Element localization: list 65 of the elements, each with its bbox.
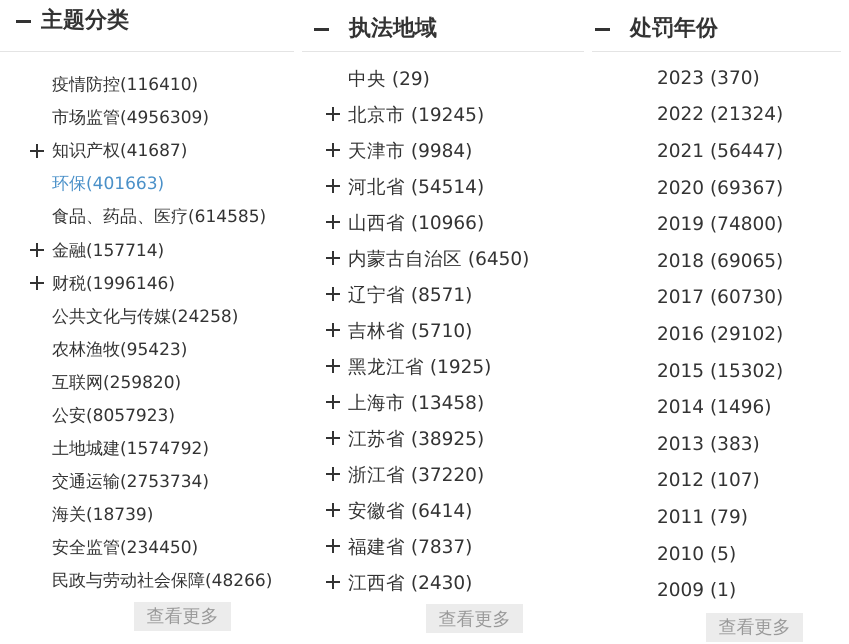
expand-icon[interactable]	[30, 144, 44, 158]
filter-item[interactable]: 民政与劳动社会保障(48266)	[52, 569, 272, 592]
filter-item[interactable]: 公安(8057923)	[52, 404, 175, 427]
filter-item[interactable]: 2019 (74800)	[657, 214, 784, 236]
filter-item[interactable]: 上海市 (13458)	[348, 390, 484, 414]
expand-icon[interactable]	[326, 251, 340, 265]
filter-item[interactable]: 市场监管(4956309)	[52, 106, 209, 130]
expand-icon[interactable]	[326, 179, 340, 193]
expand-icon[interactable]	[30, 276, 44, 290]
expand-icon[interactable]	[326, 539, 340, 553]
expand-icon[interactable]	[326, 503, 340, 517]
filter-item[interactable]: 2015 (15302)	[657, 360, 784, 382]
filter-item[interactable]: 2012 (107)	[657, 470, 760, 492]
filter-item[interactable]: 内蒙古自治区 (6450)	[348, 246, 530, 270]
filter-item[interactable]: 福建省 (7837)	[348, 534, 472, 558]
panel-title: 执法地域	[349, 15, 437, 43]
filter-item[interactable]: 财税(1996146)	[52, 272, 175, 295]
filter-item[interactable]: 疫情防控(116410)	[52, 73, 198, 96]
filter-item[interactable]: 土地城建(1574792)	[52, 437, 209, 460]
panel-title: 处罚年份	[630, 15, 718, 43]
filter-item[interactable]: 安全监管(234450)	[52, 536, 198, 560]
filter-item[interactable]: 天津市 (9984)	[348, 138, 472, 162]
filter-item[interactable]: 2023 (370)	[657, 68, 760, 89]
filter-item[interactable]: 知识产权(41687)	[52, 139, 188, 162]
expand-icon[interactable]	[326, 467, 340, 481]
filter-item[interactable]: 2013 (383)	[657, 434, 760, 455]
expand-icon[interactable]	[326, 323, 340, 337]
filter-item[interactable]: 交通运输(2753734)	[52, 470, 209, 494]
filter-item[interactable]: 公共文化与传媒(24258)	[52, 304, 238, 328]
filter-item[interactable]: 互联网(259820)	[52, 370, 182, 394]
filter-item[interactable]: 辽宁省 (8571)	[348, 282, 472, 306]
filter-item[interactable]: 农林渔牧(95423)	[52, 338, 188, 361]
expand-icon[interactable]	[326, 575, 340, 589]
filter-item[interactable]: 2017 (60730)	[657, 287, 784, 308]
filter-item[interactable]: 2021 (56447)	[657, 140, 784, 162]
expand-icon[interactable]	[326, 395, 340, 409]
filter-item[interactable]: 食品、药品、医疗(614585)	[52, 205, 266, 228]
filter-item[interactable]: 2009 (1)	[657, 580, 736, 602]
expand-icon[interactable]	[326, 215, 340, 229]
filter-item[interactable]: 2020 (69367)	[657, 178, 784, 199]
filter-item[interactable]: 2018 (69065)	[657, 250, 784, 272]
filter-item[interactable]: 海关(18739)	[52, 503, 154, 526]
filter-item[interactable]: 江西省 (2430)	[348, 570, 472, 594]
expand-icon[interactable]	[326, 431, 340, 445]
filter-item[interactable]: 吉林省 (5710)	[348, 318, 472, 342]
filter-item[interactable]: 中央 (29)	[348, 66, 430, 90]
filter-item[interactable]: 安徽省 (6414)	[348, 498, 472, 522]
expand-icon[interactable]	[30, 243, 44, 258]
filter-item[interactable]: 浙江省 (37220)	[348, 462, 484, 486]
filter-item[interactable]: 2016 (29102)	[657, 324, 784, 345]
expand-icon[interactable]	[326, 287, 340, 301]
filter-item[interactable]: 2010 (5)	[657, 544, 736, 565]
filter-item[interactable]: 河北省 (54514)	[348, 174, 484, 198]
filter-item[interactable]: 2014 (1496)	[657, 397, 772, 418]
filter-item[interactable]: 2022 (21324)	[657, 104, 784, 126]
filter-item[interactable]: 山西省 (10966)	[348, 210, 484, 234]
filter-item[interactable]: 2011 (79)	[657, 506, 748, 528]
filter-item[interactable]: 金融(157714)	[52, 238, 164, 262]
filter-item[interactable]: 黑龙江省 (1925)	[348, 354, 492, 378]
expand-icon[interactable]	[326, 359, 340, 373]
expand-icon[interactable]	[326, 107, 340, 121]
filter-item[interactable]: 江苏省 (38925)	[348, 426, 484, 450]
filter-item[interactable]: 北京市 (19245)	[348, 102, 484, 126]
panel-title: 主题分类	[41, 6, 129, 35]
expand-icon[interactable]	[326, 143, 340, 157]
